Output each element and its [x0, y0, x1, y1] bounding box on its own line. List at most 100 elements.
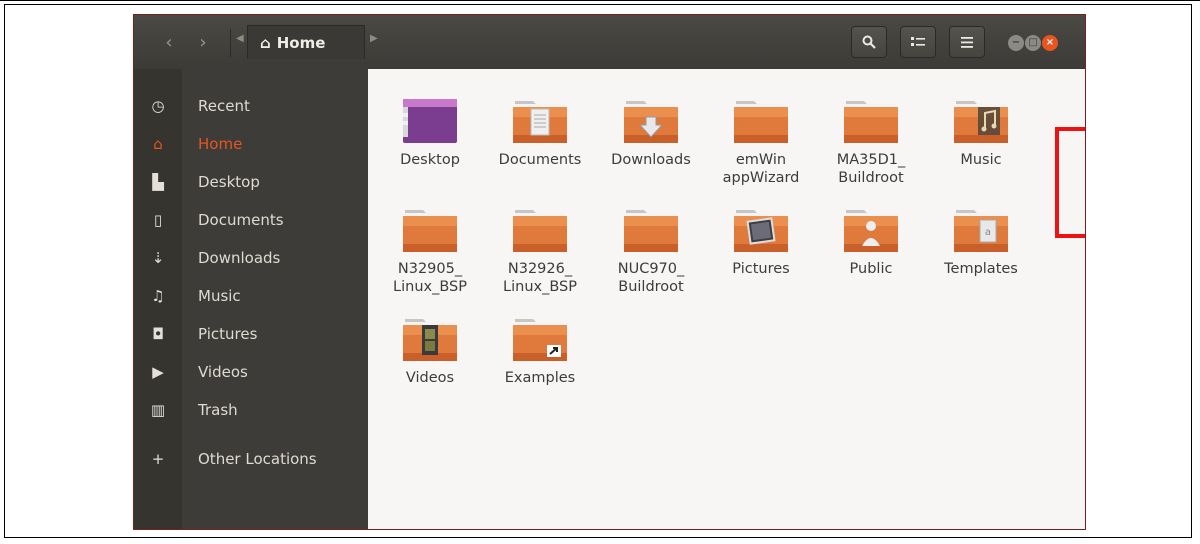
folder-icon	[816, 95, 926, 145]
path-scroll-right-icon[interactable]: ▶	[370, 33, 378, 44]
folder-icon	[816, 204, 926, 254]
view-toggle-button[interactable]	[900, 26, 936, 58]
folder-label: N32926_ Linux_BSP	[503, 261, 577, 295]
sidebar-item-music[interactable]: ♫ Music	[134, 279, 368, 313]
plus-icon: +	[151, 450, 165, 468]
minimize-icon: −	[1011, 37, 1021, 48]
sidebar-item-trash[interactable]: ▥ Trash	[134, 393, 368, 427]
folder-item[interactable]: Pictures	[706, 204, 816, 278]
list-view-icon	[911, 37, 925, 46]
highlight-box	[1055, 127, 1085, 238]
folder-icon	[706, 95, 816, 145]
folder-item[interactable]: Documents	[485, 95, 595, 169]
folder-label: Public	[849, 261, 893, 277]
back-button[interactable]: ‹	[156, 31, 182, 55]
chevron-left-icon: ‹	[165, 32, 173, 53]
toolbar-separator	[230, 29, 231, 57]
trash-icon: ▥	[150, 401, 166, 419]
folder-icon	[485, 313, 595, 363]
home-icon: ⌂	[153, 135, 163, 153]
sidebar-item-label: Other Locations	[198, 450, 317, 468]
sidebar-item-videos[interactable]: ▶ Videos	[134, 355, 368, 389]
search-button[interactable]	[851, 26, 887, 58]
sidebar-item-desktop[interactable]: ▙ Desktop	[134, 165, 368, 199]
file-grid: Desktop Documents Downloads emWin appWizard…	[368, 69, 1085, 529]
folder-item[interactable]: N32905_ Linux_BSP	[375, 204, 485, 296]
sidebar-item-documents[interactable]: ▯ Documents	[134, 203, 368, 237]
maximize-button[interactable]: □	[1025, 35, 1041, 51]
folder-icon	[485, 204, 595, 254]
folder-label: Examples	[504, 370, 576, 386]
breadcrumb-label: Home	[276, 34, 326, 52]
close-icon: ×	[1045, 37, 1055, 48]
folder-icon	[926, 95, 1036, 145]
folder-label: Pictures	[732, 261, 790, 277]
folder-item[interactable]: Videos	[375, 313, 485, 387]
folder-label: Templates	[944, 261, 1018, 277]
folder-item[interactable]: Examples	[485, 313, 595, 387]
chevron-right-icon: ›	[199, 32, 207, 53]
header-bar: ‹ › ◀ ⌂ Home ▶ − □ ×	[134, 15, 1085, 69]
folder-label: emWin appWizard	[722, 152, 800, 186]
folder-icon	[485, 95, 595, 145]
maximize-icon: □	[1028, 37, 1038, 48]
music-icon: ♫	[151, 287, 165, 305]
folder-icon: ▙	[152, 173, 164, 191]
top-border-line	[0, 0, 1200, 1]
sidebar-item-label: Home	[198, 135, 243, 153]
search-icon	[862, 35, 876, 49]
file-manager-window: ‹ › ◀ ⌂ Home ▶ − □ × ◷ Recent ⌂ Home ▙ D…	[133, 14, 1086, 530]
sidebar-item-label: Pictures	[198, 325, 258, 343]
folder-label: MA35D1_ Buildroot	[836, 152, 906, 186]
folder-item[interactable]: Music	[926, 95, 1036, 169]
folder-item[interactable]: Downloads	[596, 95, 706, 169]
sidebar-item-label: Downloads	[198, 249, 281, 267]
camera-icon: ◘	[152, 325, 164, 343]
places-sidebar: ◷ Recent ⌂ Home ▙ Desktop ▯ Documents ⇣ Downloads…	[134, 69, 368, 529]
sidebar-item-downloads[interactable]: ⇣ Downloads	[134, 241, 368, 275]
sidebar-item-label: Trash	[198, 401, 238, 419]
folder-item[interactable]: emWin appWizard	[706, 95, 816, 187]
sidebar-item-other-locations[interactable]: + Other Locations	[134, 442, 368, 476]
folder-icon	[706, 204, 816, 254]
sidebar-item-label: Documents	[198, 211, 284, 229]
sidebar-item-recent[interactable]: ◷ Recent	[134, 89, 368, 123]
sidebar-item-label: Recent	[198, 97, 250, 115]
folder-icon	[375, 313, 485, 363]
minimize-button[interactable]: −	[1008, 35, 1024, 51]
breadcrumb-home[interactable]: ⌂ Home	[247, 25, 365, 59]
folder-label: Desktop	[400, 152, 460, 168]
folder-label: N32905_ Linux_BSP	[393, 261, 467, 295]
folder-icon	[375, 95, 485, 145]
home-icon: ⌂	[260, 34, 271, 52]
folder-item[interactable]: Public	[816, 204, 926, 278]
download-icon: ⇣	[151, 249, 165, 267]
sidebar-item-home[interactable]: ⌂ Home	[134, 127, 368, 161]
folder-icon	[375, 204, 485, 254]
folder-label: Videos	[405, 370, 455, 386]
folder-item[interactable]: MA35D1_ Buildroot	[816, 95, 926, 187]
document-icon: ▯	[153, 211, 163, 229]
svg-text:a: a	[985, 227, 991, 238]
video-icon: ▶	[152, 363, 164, 381]
folder-item[interactable]: Desktop	[375, 95, 485, 169]
clock-icon: ◷	[151, 97, 165, 115]
folder-label: Downloads	[611, 152, 691, 168]
close-button[interactable]: ×	[1042, 35, 1058, 51]
folder-item[interactable]: NUC970_ Buildroot	[596, 204, 706, 296]
sidebar-item-label: Music	[198, 287, 241, 305]
folder-icon	[596, 95, 706, 145]
folder-icon: a	[926, 204, 1036, 254]
folder-item[interactable]: N32926_ Linux_BSP	[485, 204, 595, 296]
sidebar-item-label: Desktop	[198, 173, 260, 191]
menu-button[interactable]	[949, 26, 985, 58]
forward-button[interactable]: ›	[190, 31, 216, 55]
folder-label: Documents	[498, 152, 582, 168]
sidebar-item-label: Videos	[198, 363, 248, 381]
path-scroll-left-icon[interactable]: ◀	[236, 33, 244, 44]
hamburger-menu-icon	[961, 37, 973, 48]
folder-item[interactable]: a Templates	[926, 204, 1036, 278]
folder-icon	[596, 204, 706, 254]
sidebar-item-pictures[interactable]: ◘ Pictures	[134, 317, 368, 351]
folder-label: NUC970_ Buildroot	[617, 261, 685, 295]
